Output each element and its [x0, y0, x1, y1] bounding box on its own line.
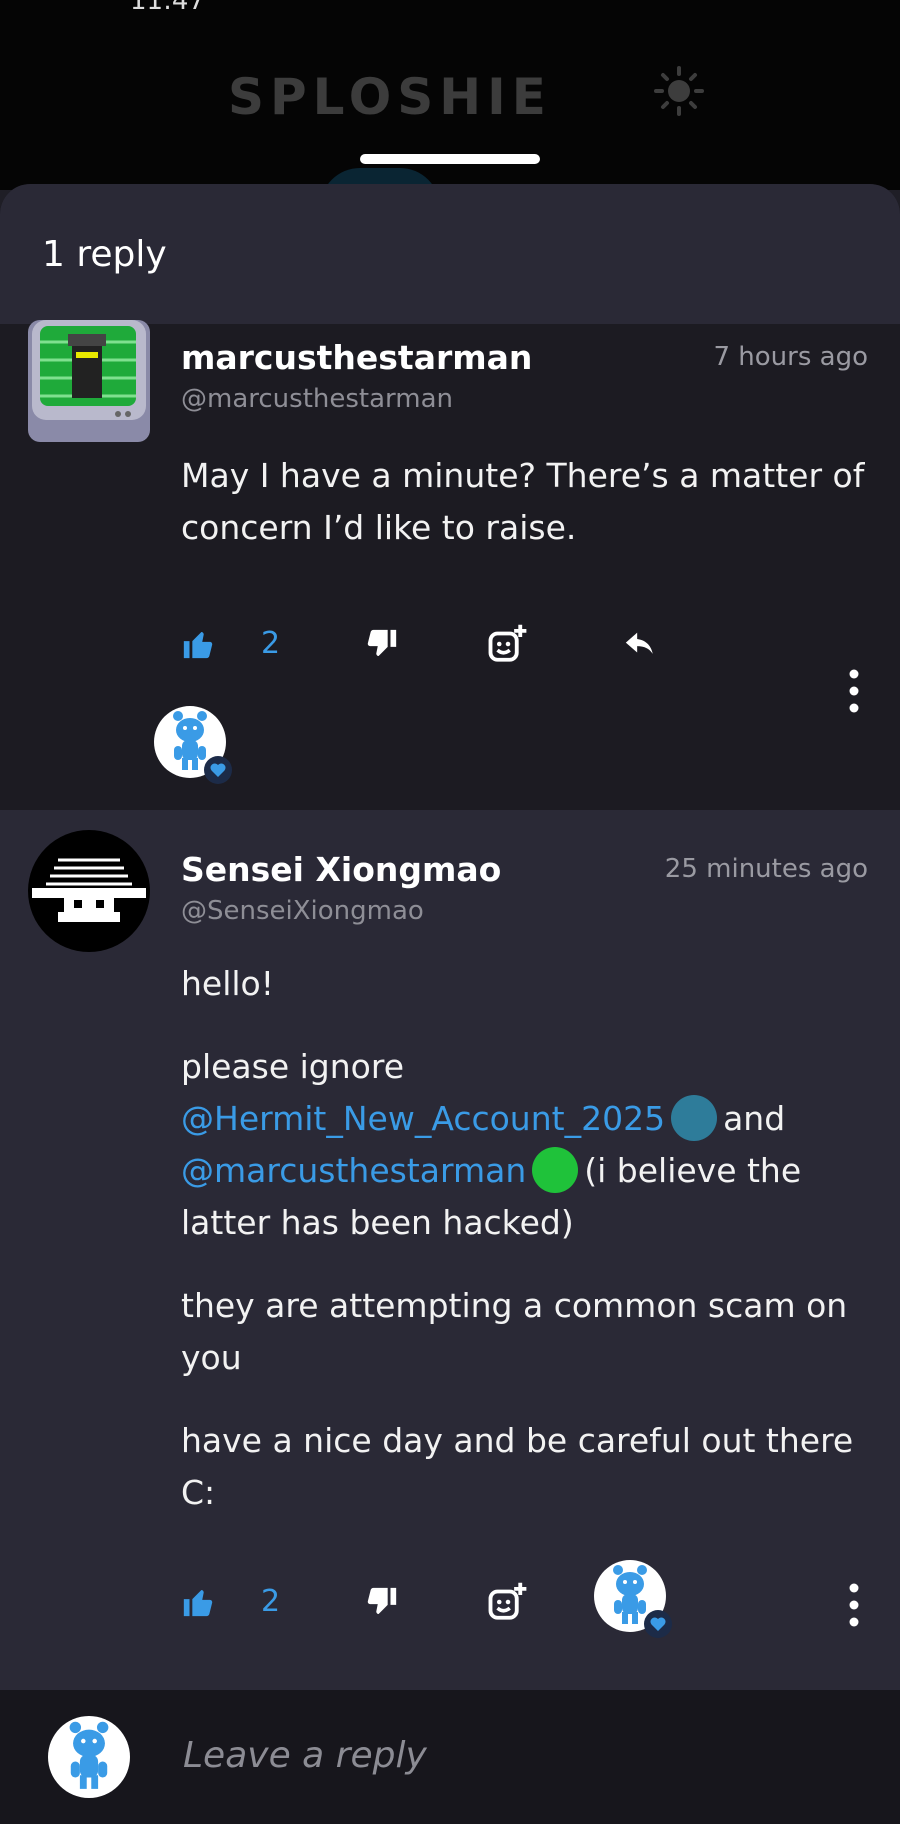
emoji-add-icon — [488, 624, 527, 662]
comment-body: May I have a minute? There’s a matter of… — [181, 450, 871, 554]
mention-link[interactable]: @marcusthestarman — [181, 1151, 526, 1190]
comment-author-name[interactable]: marcusthestarman — [181, 338, 532, 377]
avatar[interactable] — [28, 830, 150, 952]
tv-avatar-icon — [32, 320, 146, 420]
comment-timestamp: 7 hours ago — [713, 342, 868, 372]
comment-text: May I have a minute? There’s a matter of… — [181, 456, 865, 547]
like-button[interactable] — [181, 1572, 215, 1632]
thumbs-down-icon — [367, 629, 397, 657]
thumbs-up-icon — [183, 1589, 213, 1617]
more-options-icon[interactable] — [848, 1582, 860, 1628]
mention-avatar — [532, 1146, 579, 1193]
heart-badge — [644, 1610, 672, 1638]
sheet-grab-handle[interactable] — [360, 154, 540, 164]
like-button[interactable] — [181, 614, 215, 674]
comment-actions: 2 — [181, 1572, 881, 1632]
author-reaction-avatar[interactable] — [154, 706, 232, 784]
reply-count-title: 1 reply — [42, 234, 167, 275]
reply-composer — [0, 1690, 900, 1824]
status-clock: 11:47 — [130, 0, 205, 16]
current-user-avatar[interactable] — [48, 1716, 130, 1798]
thumbs-up-icon — [183, 631, 213, 659]
reply-button[interactable] — [621, 614, 659, 674]
heart-icon — [210, 763, 226, 777]
comment-actions: 2 — [181, 614, 881, 674]
heart-icon — [650, 1617, 666, 1631]
comment-paragraph: please ignore @Hermit_New_Account_2025 an… — [181, 1041, 871, 1249]
add-reaction-button[interactable] — [487, 1572, 529, 1632]
sheet-header: 1 reply — [0, 184, 900, 324]
comment-paragraph: they are attempting a common scam on you — [181, 1286, 848, 1377]
comment-item: marcusthestarman @marcusthestarman 7 hou… — [0, 320, 900, 810]
like-count: 2 — [261, 1584, 281, 1619]
emoji-add-icon — [488, 1582, 527, 1620]
dislike-button[interactable] — [365, 1572, 399, 1632]
comment-timestamp: 25 minutes ago — [664, 854, 868, 884]
sun-icon[interactable] — [654, 66, 704, 116]
comment-author-handle[interactable]: @marcusthestarman — [181, 384, 453, 414]
comment-item-highlighted: Sensei Xiongmao @SenseiXiongmao 25 minut… — [0, 810, 900, 1690]
comment-text: please ignore — [181, 1047, 404, 1086]
app-title: SPLOSHIE — [228, 68, 552, 126]
add-reaction-button[interactable] — [487, 614, 529, 674]
comment-author-handle[interactable]: @SenseiXiongmao — [181, 896, 424, 926]
thumbs-down-icon — [367, 1587, 397, 1615]
mention-avatar — [671, 1094, 718, 1141]
author-reaction-avatar[interactable] — [594, 1560, 672, 1638]
comment-author-name[interactable]: Sensei Xiongmao — [181, 850, 501, 889]
mascot-avatar-icon — [49, 1717, 129, 1797]
reply-input[interactable] — [181, 1734, 825, 1777]
comment-body: hello! please ignore @Hermit_New_Account… — [181, 958, 871, 1519]
mention-link[interactable]: @Hermit_New_Account_2025 — [181, 1099, 665, 1138]
dislike-button[interactable] — [365, 614, 399, 674]
reply-arrow-icon — [625, 632, 653, 654]
comment-paragraph: have a nice day and be careful out there… — [181, 1421, 854, 1512]
background-app-header: 11:47 SPLOSHIE — [0, 0, 900, 208]
avatar[interactable] — [28, 320, 150, 442]
replies-sheet: 1 reply marcusthestarman @marcusthestarm… — [0, 184, 900, 1824]
more-options-icon[interactable] — [848, 668, 860, 714]
status-bar: 11:47 — [130, 0, 770, 16]
comment-paragraph: hello! — [181, 964, 274, 1003]
sensei-avatar-icon — [29, 831, 149, 951]
heart-badge — [204, 756, 232, 784]
like-count: 2 — [261, 626, 281, 661]
comment-text: and — [723, 1099, 786, 1138]
